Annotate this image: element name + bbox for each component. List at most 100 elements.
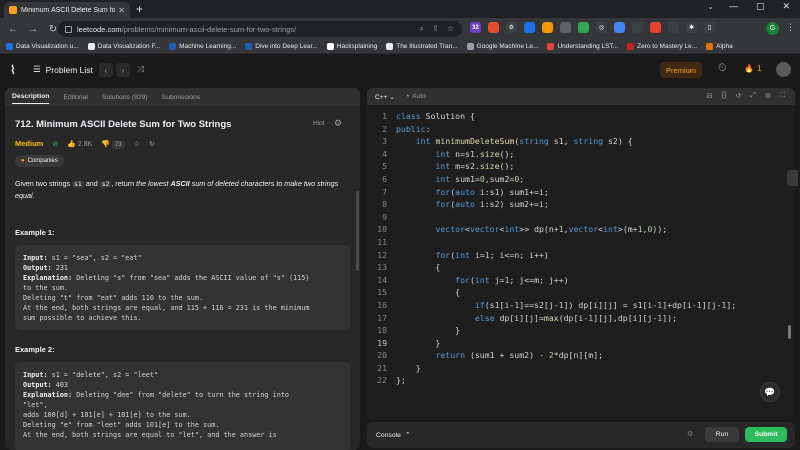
favorite-star-icon[interactable]: ☆ (134, 140, 140, 148)
user-avatar[interactable] (776, 62, 791, 77)
bookmark-item[interactable]: Machine Learning... (169, 43, 236, 50)
bookmark-item[interactable]: Zero to Mastery Le... (627, 43, 697, 50)
new-tab-icon[interactable]: + (136, 2, 143, 16)
close-tab-icon[interactable]: ✕ (118, 6, 125, 15)
settings-gear-icon[interactable]: ⚙ (334, 118, 342, 129)
code-line[interactable]: 21 } (367, 362, 767, 375)
close-window-icon[interactable]: ✕ (782, 1, 790, 12)
bookmark-icon[interactable]: ⊟ (707, 92, 713, 100)
bookmark-item[interactable]: Google Machine Le... (466, 43, 538, 50)
tab-description[interactable]: Description (12, 93, 50, 104)
bookmark-item[interactable]: Hacksplaining (326, 43, 377, 50)
problem-list-button[interactable]: ☰ Problem List (33, 64, 93, 75)
code-lines[interactable]: 1 class Solution {2 public: 3 int minimumDe… (367, 110, 767, 387)
extension-icon[interactable] (578, 22, 589, 33)
prev-problem-button[interactable]: ‹ (99, 63, 113, 77)
extension-icon[interactable]: ◎ (596, 22, 607, 33)
extension-icon[interactable] (632, 22, 643, 33)
code-line[interactable]: 10 vector<vector<int>> dp(n+1,vector<int… (367, 223, 767, 236)
code-line[interactable]: 4 int n=s1.size(); (367, 148, 767, 161)
timer-icon[interactable]: ⏲ (718, 62, 727, 75)
code-line[interactable]: 19 } (367, 337, 767, 350)
bookmark-star-icon[interactable]: ☆ (447, 24, 454, 34)
bookmark-item[interactable]: Dive into Deep Lear... (245, 43, 318, 50)
extension-icon[interactable] (488, 22, 499, 33)
extension-icon[interactable] (542, 22, 553, 33)
dislike-button[interactable]: 👎 73 (101, 140, 125, 149)
code-line[interactable]: 12 for(int i=1; i<=n; i++) (367, 249, 767, 262)
maximize-icon[interactable]: ▢ (756, 1, 765, 12)
streak-counter[interactable]: 🔥 1 (744, 64, 761, 73)
braces-icon[interactable]: {} (722, 92, 727, 100)
settings-icon[interactable]: ⚙ (765, 92, 771, 100)
back-icon[interactable]: ← (6, 24, 20, 35)
run-button[interactable]: Run (705, 427, 739, 442)
companies-tag[interactable]: ● Companies (15, 155, 64, 167)
minimize-icon[interactable]: — (729, 1, 738, 12)
panel-divider[interactable] (361, 88, 364, 450)
side-panel-icon[interactable]: ▯ (704, 22, 715, 33)
extension-icon[interactable] (614, 22, 625, 33)
bookmark-item[interactable]: Understanding LST... (547, 43, 618, 50)
code-line[interactable]: 20 return (sum1 + sum2) - 2*dp[n][m]; (367, 349, 767, 362)
address-bar[interactable]: leetcode.com/problems/minimum-ascii-dele… (58, 21, 462, 37)
share-icon[interactable]: ⇪ (432, 24, 439, 34)
console-toggle[interactable]: Console ⌃ (376, 431, 411, 440)
code-line[interactable]: 15 { (367, 286, 767, 299)
chat-help-button[interactable]: 💬 (760, 382, 780, 402)
submit-button[interactable]: Submit (745, 427, 787, 442)
code-line[interactable]: 22}; (367, 374, 767, 387)
bookmark-item[interactable]: The Illustrated Tran... (386, 43, 458, 50)
code-line[interactable]: 18 } (367, 324, 767, 337)
expand-icon[interactable]: ⤢ (750, 92, 756, 100)
code-line[interactable]: 13 { (367, 261, 767, 274)
shuffle-icon[interactable]: ⤨ (137, 64, 144, 75)
fullscreen-icon[interactable]: ⛶ (780, 92, 785, 100)
code-line[interactable]: 6 int sum1=0,sum2=0; (367, 173, 767, 186)
language-select[interactable]: C++ ⌄ (375, 93, 395, 101)
code-line[interactable]: 7 for(auto i:s1) sum1+=i; (367, 186, 767, 199)
bookmark-item[interactable]: Alpha (706, 43, 733, 50)
chrome-menu-icon[interactable]: ⋮ (786, 22, 795, 33)
like-button[interactable]: 👍 2.8K (67, 140, 92, 148)
extension-icon[interactable] (668, 22, 679, 33)
extension-icon[interactable] (560, 22, 571, 33)
share-link-icon[interactable]: ↻ (149, 140, 155, 148)
extension-icon[interactable] (524, 22, 535, 33)
tab-submissions[interactable]: Submissions (162, 94, 201, 101)
lock-icon[interactable] (65, 25, 72, 33)
code-line[interactable]: 14 for(int j=1; j<=m; j++) (367, 274, 767, 287)
code-line[interactable]: 9 (367, 211, 767, 224)
profile-avatar[interactable]: G (766, 22, 779, 35)
side-panel-handle[interactable] (787, 170, 798, 186)
code-line[interactable]: 8 for(auto i:s2) sum2+=i; (367, 198, 767, 211)
next-problem-button[interactable]: › (116, 63, 130, 77)
auto-mode-indicator[interactable]: • Auto (407, 93, 426, 100)
reset-icon[interactable]: ↺ (735, 92, 741, 100)
code-line[interactable]: 3 int minimumDeleteSum(string s1, string… (367, 135, 767, 148)
console-settings-icon[interactable]: ⚙ (687, 430, 693, 438)
code-line[interactable]: 2 public: (367, 123, 767, 136)
premium-button[interactable]: Premium (660, 62, 702, 78)
tab-editorial[interactable]: Editorial (63, 94, 88, 101)
forward-icon[interactable]: → (26, 24, 40, 35)
bookmark-item[interactable]: Data Visualization u... (6, 43, 79, 50)
puzzle-extensions-icon[interactable]: ✱ (686, 22, 697, 33)
tab-search-icon[interactable]: ⌄ (707, 2, 714, 11)
code-line[interactable]: 17 else dp[i][j]=max(dp[i-1][j],dp[i][j-… (367, 312, 767, 325)
editor-scrollbar[interactable] (788, 325, 791, 339)
tab-solutions[interactable]: Solutions (929) (102, 94, 148, 101)
leetcode-logo-icon[interactable]: ⌇ (10, 63, 22, 77)
extension-icon[interactable] (650, 22, 661, 33)
browser-tab[interactable]: Minimum ASCII Delete Sum for Tw ✕ (4, 2, 130, 18)
description-scrollbar[interactable] (356, 191, 359, 271)
bookmark-item[interactable]: Data Visualization F... (87, 43, 160, 50)
zoom-search-icon[interactable]: ⌕ (420, 24, 424, 34)
code-line[interactable]: 16 if(s1[i-1]==s2[j-1]) dp[i][j] = s1[i-… (367, 299, 767, 312)
hint-button[interactable]: Hint (313, 120, 325, 127)
extension-icon[interactable]: ⚙ (506, 22, 517, 33)
code-line[interactable]: 11 (367, 236, 767, 249)
extension-icon[interactable]: 32 (470, 22, 481, 33)
code-line[interactable]: 5 int m=s2.size(); (367, 160, 767, 173)
code-line[interactable]: 1 class Solution { (367, 110, 767, 123)
